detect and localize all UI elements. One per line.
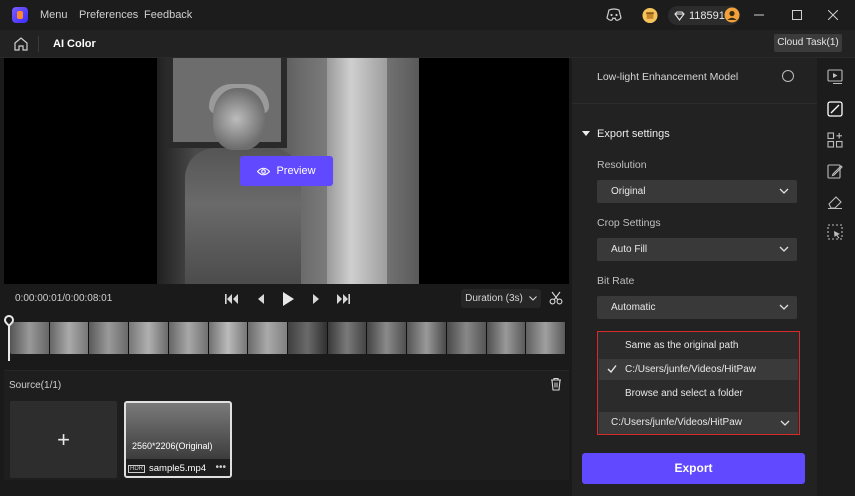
page-title: AI Color <box>53 38 96 50</box>
export-settings-title[interactable]: Export settings <box>597 128 670 140</box>
bitrate-select[interactable]: Automatic <box>597 296 797 319</box>
menu-button[interactable]: Menu <box>40 0 68 30</box>
save-path-dropdown: Same as the original path C:/Users/junfe… <box>597 331 800 435</box>
add-video-button[interactable]: + <box>10 401 117 478</box>
scissors-icon[interactable] <box>549 291 563 305</box>
diamond-icon <box>674 10 685 21</box>
close-button[interactable] <box>822 4 844 26</box>
eye-icon <box>257 167 271 175</box>
resolution-select[interactable]: Original <box>597 180 797 203</box>
title-bar: Menu Preferences Feedback 118591 <box>0 0 855 30</box>
more-icon[interactable]: ••• <box>215 462 226 473</box>
plus-icon: + <box>57 426 70 452</box>
home-icon[interactable] <box>13 36 29 52</box>
toolbar-divider <box>38 36 39 52</box>
playback-controls: 0:00:00:01/0:00:08:01 Duration (3s) <box>4 284 569 314</box>
export-button[interactable]: Export <box>582 453 805 484</box>
play-icon[interactable] <box>280 292 296 306</box>
crop-select[interactable]: Auto Fill <box>597 238 797 261</box>
duration-dropdown[interactable]: Duration (3s) <box>461 289 541 308</box>
avatar[interactable] <box>724 7 740 23</box>
resolution-label: Resolution <box>597 159 647 171</box>
clip-thumbnail[interactable]: 2560*2206(Original) HDR sample5.mp4 ••• <box>124 401 232 478</box>
edit-icon[interactable] <box>827 163 843 179</box>
minimize-button[interactable] <box>748 4 770 26</box>
duration-label: Duration (3s) <box>465 293 523 304</box>
clip-name: sample5.mp4 <box>149 463 207 474</box>
uhd-icon[interactable] <box>827 69 843 85</box>
next-frame-icon[interactable] <box>309 293 323 305</box>
chevron-down-icon <box>779 188 789 194</box>
timeline[interactable] <box>1 312 569 366</box>
skip-start-icon[interactable] <box>225 293 239 305</box>
chevron-down-icon <box>780 420 790 426</box>
feedback-button[interactable]: Feedback <box>144 0 192 30</box>
filmstrip[interactable] <box>10 322 566 354</box>
source-panel: Source(1/1) + 2560*2206(Original) HDR sa… <box>4 370 569 480</box>
apps-add-icon[interactable] <box>827 132 843 148</box>
trash-icon[interactable] <box>549 377 563 391</box>
store-icon[interactable] <box>642 7 658 23</box>
chevron-down-icon <box>779 304 789 310</box>
chevron-down-icon <box>779 246 789 252</box>
settings-panel: Low-light Enhancement Model Export setti… <box>572 58 817 496</box>
eraser-icon[interactable] <box>827 194 843 210</box>
app-logo-icon <box>12 7 28 23</box>
clip-resolution: 2560*2206(Original) <box>132 441 213 451</box>
crop-label: Crop Settings <box>597 217 661 229</box>
ai-select-icon[interactable] <box>827 224 843 240</box>
cloud-task-button[interactable]: Cloud Task(1) <box>774 34 842 52</box>
hdr-badge: HDR <box>128 464 145 473</box>
checkmark-icon <box>607 365 617 374</box>
tool-sidebar <box>817 58 855 496</box>
preview-label: Preview <box>276 165 316 177</box>
lowlight-label: Low-light Enhancement Model <box>597 71 739 83</box>
lowlight-radio[interactable] <box>782 70 794 82</box>
path-option-original[interactable]: Same as the original path <box>599 335 798 356</box>
maximize-button[interactable] <box>786 4 808 26</box>
path-option-hitpaw[interactable]: C:/Users/junfe/Videos/HitPaw <box>599 359 798 380</box>
skip-end-icon[interactable] <box>336 293 350 305</box>
chevron-down-icon <box>529 296 537 301</box>
path-option-browse[interactable]: Browse and select a folder <box>599 383 798 404</box>
coin-count: 118591 <box>689 9 725 22</box>
source-count: Source(1/1) <box>9 380 62 391</box>
save-path-select[interactable]: C:/Users/junfe/Videos/HitPaw <box>599 412 798 434</box>
color-tool-icon[interactable] <box>827 101 843 117</box>
collapse-caret-icon[interactable] <box>582 131 590 136</box>
bitrate-label: Bit Rate <box>597 275 635 287</box>
timecode: 0:00:00:01/0:00:08:01 <box>15 293 113 304</box>
toolbar: AI Color <box>0 30 855 58</box>
discord-icon[interactable] <box>606 7 622 23</box>
preferences-button[interactable]: Preferences <box>79 0 138 30</box>
lowlight-row[interactable]: Low-light Enhancement Model <box>572 58 817 104</box>
preview-button[interactable]: Preview <box>240 156 333 186</box>
prev-frame-icon[interactable] <box>254 293 268 305</box>
